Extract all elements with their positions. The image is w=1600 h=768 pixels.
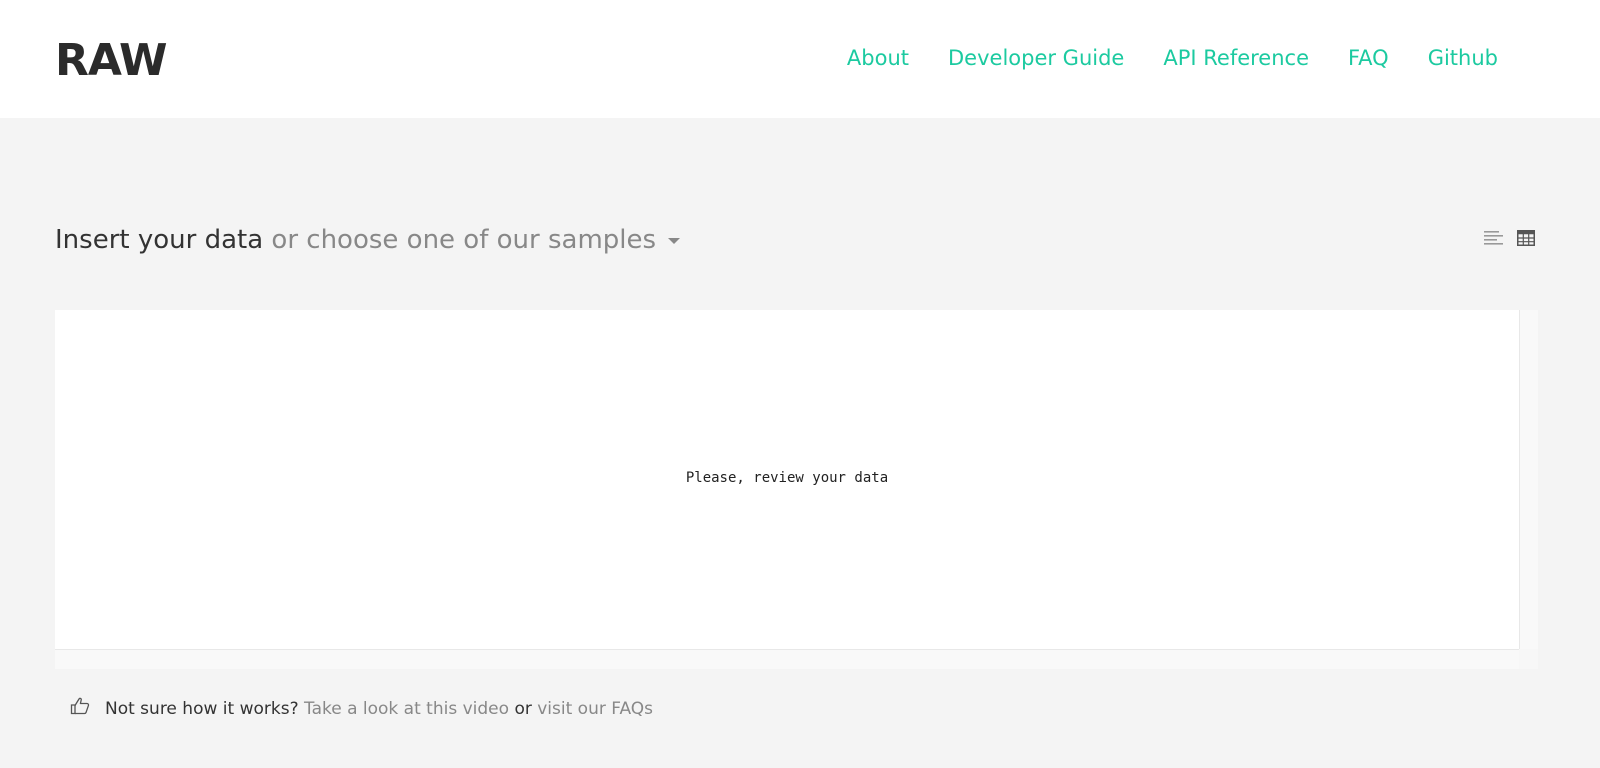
help-question: Not sure how it works?	[105, 698, 299, 719]
header: RAW About Developer Guide API Reference …	[0, 0, 1600, 118]
help-or: or	[514, 698, 532, 719]
insert-data-heading: Insert your data or choose one of our sa…	[55, 225, 681, 255]
logo[interactable]: RAW	[55, 35, 167, 86]
help-text: Not sure how it works? Take a look at th…	[70, 697, 653, 720]
data-grid[interactable]: Please, review your data	[55, 310, 1519, 649]
insert-data-title: Insert your data	[55, 225, 264, 255]
horizontal-scrollbar[interactable]	[55, 649, 1519, 669]
faq-link[interactable]: visit our FAQs	[537, 699, 653, 719]
data-input-box: Please, review your data	[55, 310, 1538, 669]
chevron-down-icon[interactable]	[668, 237, 681, 244]
nav-developer-guide-link[interactable]: Developer Guide	[948, 46, 1124, 70]
table-view-icon[interactable]	[1517, 230, 1535, 251]
vertical-scrollbar[interactable]	[1519, 310, 1538, 649]
nav-api-reference-link[interactable]: API Reference	[1163, 46, 1309, 70]
review-data-message: Please, review your data	[685, 470, 889, 486]
samples-dropdown[interactable]: or choose one of our samples	[271, 225, 656, 255]
thumbs-up-icon	[70, 697, 90, 720]
nav-faq-link[interactable]: FAQ	[1348, 46, 1389, 70]
nav-github-link[interactable]: Github	[1428, 46, 1498, 70]
text-view-icon[interactable]	[1484, 230, 1503, 251]
main-nav: About Developer Guide API Reference FAQ …	[847, 46, 1498, 70]
video-link[interactable]: Take a look at this video	[304, 699, 509, 719]
nav-about-link[interactable]: About	[847, 46, 909, 70]
view-toggle	[1484, 230, 1535, 251]
